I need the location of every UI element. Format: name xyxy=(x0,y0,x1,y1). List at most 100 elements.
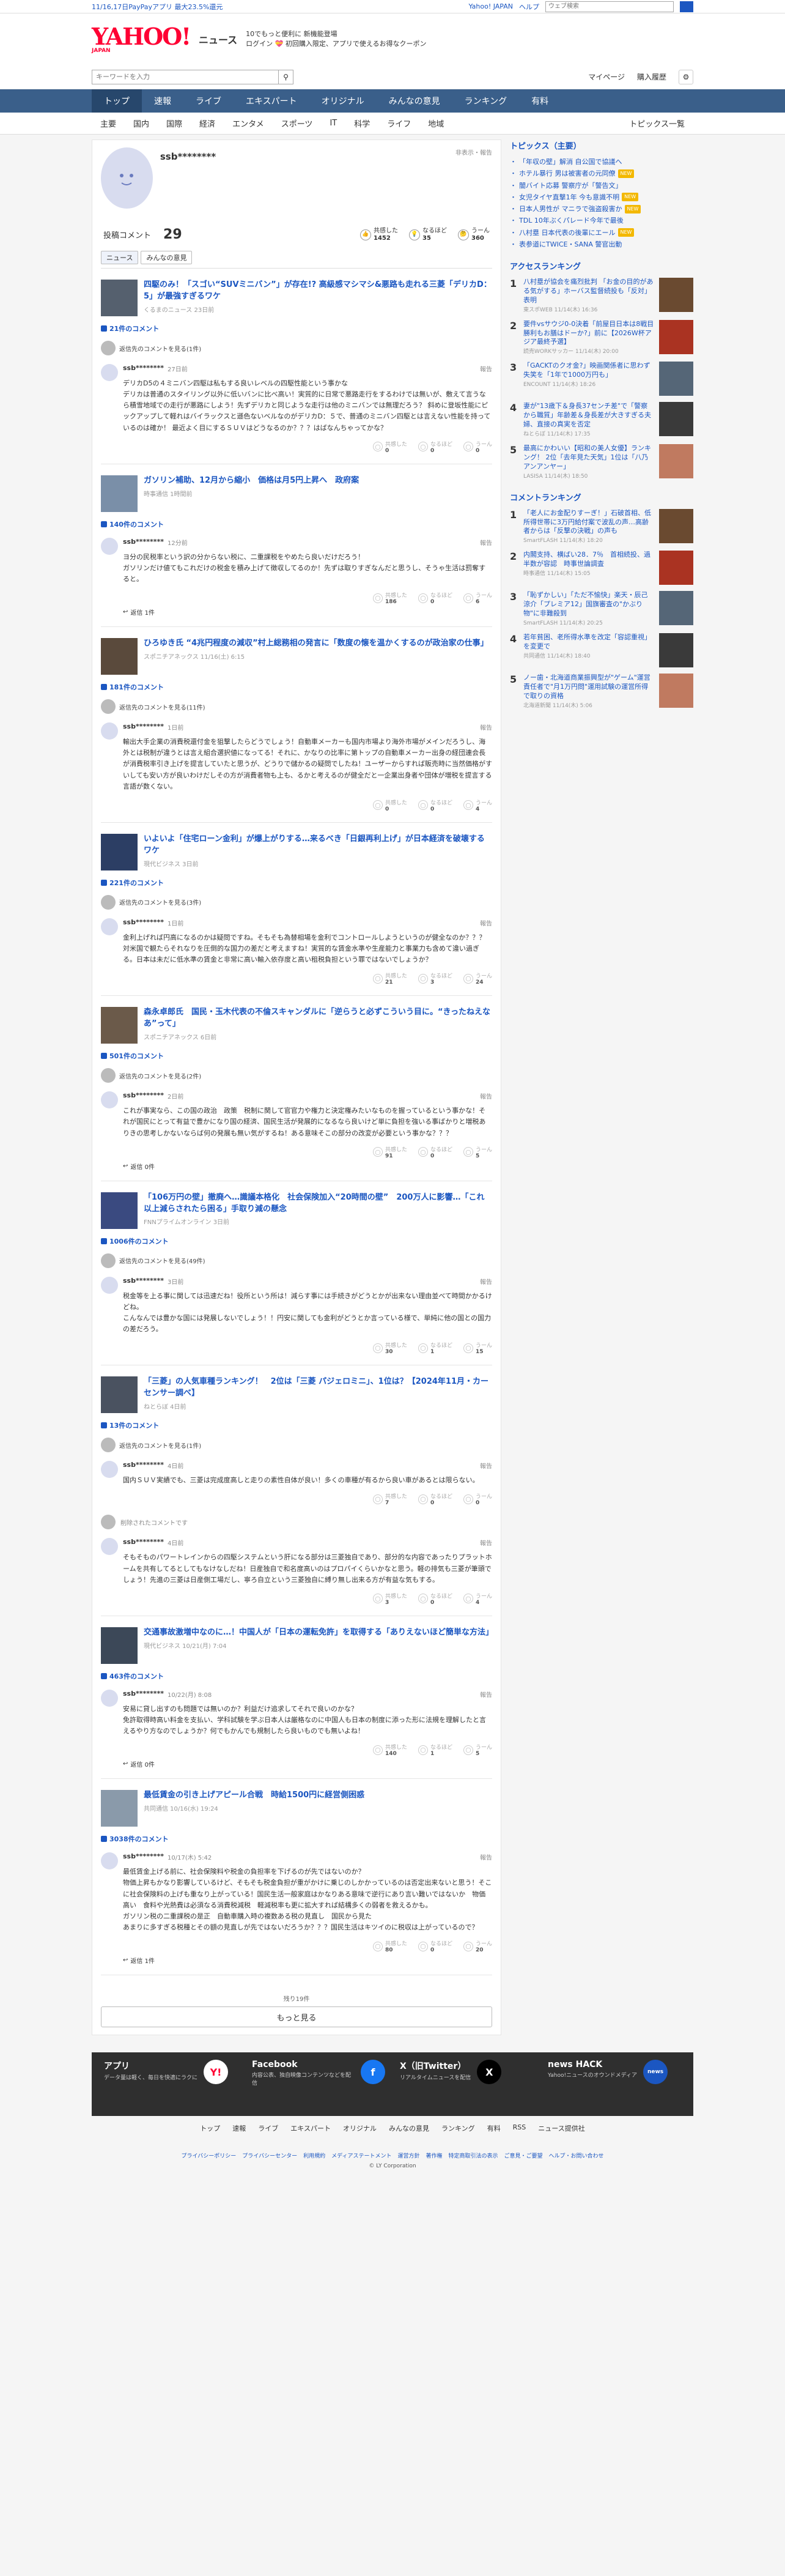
reaction-button[interactable]: ◯ うーん 20 xyxy=(463,1939,492,1953)
article-thumbnail[interactable] xyxy=(101,475,138,512)
legal-link[interactable]: プライバシーセンター xyxy=(242,2151,297,2159)
comment-author[interactable]: ssb******** xyxy=(123,1852,164,1861)
category-item[interactable]: 主要 xyxy=(92,117,125,129)
ranking-item[interactable]: 4 妻が"13歳下＆身長37センチ差"で「警察から職質」年齢差＆身長差が大きすぎる… xyxy=(510,402,693,438)
comment-count-link[interactable]: 21件のコメント xyxy=(101,324,492,333)
comment-author[interactable]: ssb******** xyxy=(123,1461,164,1470)
article-item[interactable]: ひろゆき氏 “4兆円程度の減収”村上総務相の発言に「数度の懐を温かくするのが政治… xyxy=(101,638,492,675)
footer-social-item[interactable]: X（旧Twitter） リアルタイムニュースを配信 X xyxy=(400,2060,533,2109)
social-icon[interactable]: f xyxy=(361,2060,385,2085)
reply-parent-link[interactable]: 返信先のコメントを見る(11件) xyxy=(101,699,492,715)
nav-item-original[interactable]: オリジナル xyxy=(309,89,377,113)
web-search-button[interactable]: ⚲ xyxy=(680,1,693,12)
article-title[interactable]: 森永卓郎氏 国民・玉木代表の不倫スキャンダルに「逆らうと必ずこういう目に。“きっ… xyxy=(144,1007,492,1030)
reaction-button[interactable]: ◯ なるほど 0 xyxy=(418,440,452,454)
reaction-button[interactable]: ◯ うーん 15 xyxy=(463,1341,492,1355)
reaction-button[interactable]: ◯ なるほど 3 xyxy=(418,971,452,985)
article-title[interactable]: 最低賃金の引き上げアピール合戦 時給1500円に経営側困惑 xyxy=(144,1790,364,1802)
reaction-button[interactable]: ◯ 共感した 0 xyxy=(372,798,407,812)
article-item[interactable]: ガソリン補助、12月から縮小 価格は月5円上昇へ 政府案 時事通信 1時間前 xyxy=(101,475,492,512)
reaction-button[interactable]: ◯ 共感した 80 xyxy=(372,1939,407,1953)
reaction-button[interactable]: ◯ なるほど 0 xyxy=(418,1592,452,1606)
footer-link[interactable]: オリジナル xyxy=(343,2123,377,2133)
report-link[interactable]: 報告 xyxy=(480,722,492,732)
report-link[interactable]: 報告 xyxy=(480,1852,492,1861)
nav-item-live[interactable]: ライブ xyxy=(183,89,234,113)
footer-link[interactable]: トップ xyxy=(200,2123,220,2133)
reaction-button[interactable]: ◯ 共感した 91 xyxy=(372,1145,407,1159)
help-link[interactable]: ヘルプ xyxy=(519,2,539,12)
category-item[interactable]: 国内 xyxy=(125,117,158,129)
footer-link[interactable]: RSS xyxy=(513,2123,526,2133)
social-icon[interactable]: news xyxy=(643,2060,668,2085)
reaction-button[interactable]: ◯ うーん 0 xyxy=(463,440,492,454)
replies-link[interactable]: ↩ 返信 0件 xyxy=(123,1759,492,1769)
reaction-button[interactable]: ◯ 共感した 0 xyxy=(372,440,407,454)
report-link[interactable]: 報告 xyxy=(480,1538,492,1547)
report-link[interactable]: 報告 xyxy=(480,538,492,547)
reaction-button[interactable]: ◯ 共感した 3 xyxy=(372,1592,407,1606)
report-link[interactable]: 報告 xyxy=(480,1277,492,1286)
comment-count-link[interactable]: 501件のコメント xyxy=(101,1051,492,1061)
category-item[interactable]: 経済 xyxy=(191,117,224,129)
topic-item[interactable]: ・八村塁 日本代表の後輩にエール NEW xyxy=(510,227,693,239)
legal-link[interactable]: 運営方針 xyxy=(397,2151,419,2159)
nav-item-paid[interactable]: 有料 xyxy=(519,89,561,113)
topics-list-link[interactable]: トピックス一覧 xyxy=(621,117,693,129)
reaction-button[interactable]: ◯ なるほど 0 xyxy=(418,1939,452,1953)
article-title[interactable]: ガソリン補助、12月から縮小 価格は月5円上昇へ 政府案 xyxy=(144,475,359,487)
reaction-button[interactable]: ◯ なるほど 1 xyxy=(418,1743,452,1757)
news-title[interactable]: ニュース xyxy=(199,32,237,46)
topic-item[interactable]: ・日本人男性が マニラで強盗殺害か NEW xyxy=(510,203,693,215)
replies-link[interactable]: ↩ 返信 1件 xyxy=(123,607,492,617)
footer-social-item[interactable]: アプリ データ量は軽く、毎日を快適にラクに Y! xyxy=(104,2060,237,2109)
article-title[interactable]: 「三菱」の人気車種ランキング！ 2位は「三菱 パジェロミニ」、1位は？【2024… xyxy=(144,1376,492,1400)
ranking-item[interactable]: 2 要件vsサウジ0-0決着「前屋目日本は8戦目勝利もお膳はドーか?」前に【202… xyxy=(510,319,693,356)
topic-item[interactable]: ・表参道にTWICE・SANA 警官出動 xyxy=(510,239,693,250)
search-icon[interactable]: ⚲ xyxy=(278,70,293,84)
legal-link[interactable]: ヘルプ・お問い合わせ xyxy=(549,2151,604,2159)
reaction-button[interactable]: ◯ 共感した 7 xyxy=(372,1492,407,1506)
topic-item[interactable]: ・闇バイト応募 警察庁が「警告文」 xyxy=(510,180,693,191)
promo-link[interactable]: 11/16,17日PayPayアプリ 最大23.5%還元 xyxy=(92,2,468,12)
nav-item-opinions[interactable]: みんなの意見 xyxy=(377,89,452,113)
article-title[interactable]: 「106万円の壁」撤廃へ…識議本格化 社会保険加入“20時間の壁” 200万人に… xyxy=(144,1192,492,1216)
report-link[interactable]: 非表示・報告 xyxy=(455,147,492,162)
reply-parent-link[interactable]: 返信先のコメントを見る(2件) xyxy=(101,1068,492,1083)
report-link[interactable]: 報告 xyxy=(480,1690,492,1699)
article-item[interactable]: 「106万円の壁」撤廃へ…識議本格化 社会保険加入“20時間の壁” 200万人に… xyxy=(101,1192,492,1229)
tab-news[interactable]: ニュース xyxy=(101,251,139,264)
legal-link[interactable]: プライバシーポリシー xyxy=(181,2151,236,2159)
legal-link[interactable]: メディアステートメント xyxy=(331,2151,391,2159)
load-more-button[interactable]: もっと見る xyxy=(101,2006,492,2028)
yahoo-japan-link[interactable]: Yahoo! JAPAN xyxy=(468,2,513,10)
reaction-button[interactable]: ◯ 共感した 21 xyxy=(372,971,407,985)
report-link[interactable]: 報告 xyxy=(480,1461,492,1470)
legal-link[interactable]: 特定商取引法の表示 xyxy=(449,2151,498,2159)
reaction-button[interactable]: ◯ 共感した 140 xyxy=(372,1743,407,1757)
footer-link[interactable]: 速報 xyxy=(232,2123,246,2133)
replies-link[interactable]: ↩ 返信 1件 xyxy=(123,1956,492,1965)
article-item[interactable]: いよいよ「住宅ローン金利」が爆上がりする…来るべき「日銀再利上げ」が日本経済を破… xyxy=(101,833,492,870)
article-thumbnail[interactable] xyxy=(101,638,138,675)
article-item[interactable]: 森永卓郎氏 国民・玉木代表の不倫スキャンダルに「逆らうと必ずこういう目に。“きっ… xyxy=(101,1007,492,1044)
gear-icon[interactable]: ⚙ xyxy=(679,69,693,84)
footer-social-item[interactable]: Facebook 内容公表、独自映像コンテンツなどを配信 f xyxy=(252,2060,385,2109)
reaction-button[interactable]: ◯ うーん 4 xyxy=(463,798,492,812)
report-link[interactable]: 報告 xyxy=(480,364,492,373)
legal-link[interactable]: 著作権 xyxy=(426,2151,443,2159)
comment-author[interactable]: ssb******** xyxy=(123,918,164,927)
social-icon[interactable]: Y! xyxy=(204,2060,229,2085)
ranking-item[interactable]: 5 最高にかわいい【昭和の美人女優】ランキング！ 2位「去年見た天気」1位は「八乃… xyxy=(510,444,693,480)
reply-parent-link[interactable]: 返信先のコメントを見る(1件) xyxy=(101,341,492,355)
article-thumbnail[interactable] xyxy=(101,833,138,870)
article-title[interactable]: いよいよ「住宅ローン金利」が爆上がりする…来るべき「日銀再利上げ」が日本経済を破… xyxy=(144,834,492,857)
article-thumbnail[interactable] xyxy=(101,1007,138,1044)
article-item[interactable]: 交通事故激増中なのに…！中国人が「日本の運転免許」を取得する「ありえないほど簡単… xyxy=(101,1627,493,1664)
comment-author[interactable]: ssb******** xyxy=(123,1277,164,1286)
article-title[interactable]: 交通事故激増中なのに…！中国人が「日本の運転免許」を取得する「ありえないほど簡単… xyxy=(144,1627,493,1639)
header-ad[interactable]: 10でもっと便利に 新機能登場 ログイン 💝 初回購入限定、アプリで使えるお得な… xyxy=(246,29,426,50)
category-item[interactable]: 地域 xyxy=(419,117,452,129)
reaction-button[interactable]: ◯ うーん 5 xyxy=(463,1743,492,1757)
comment-author[interactable]: ssb******** xyxy=(123,1091,164,1101)
